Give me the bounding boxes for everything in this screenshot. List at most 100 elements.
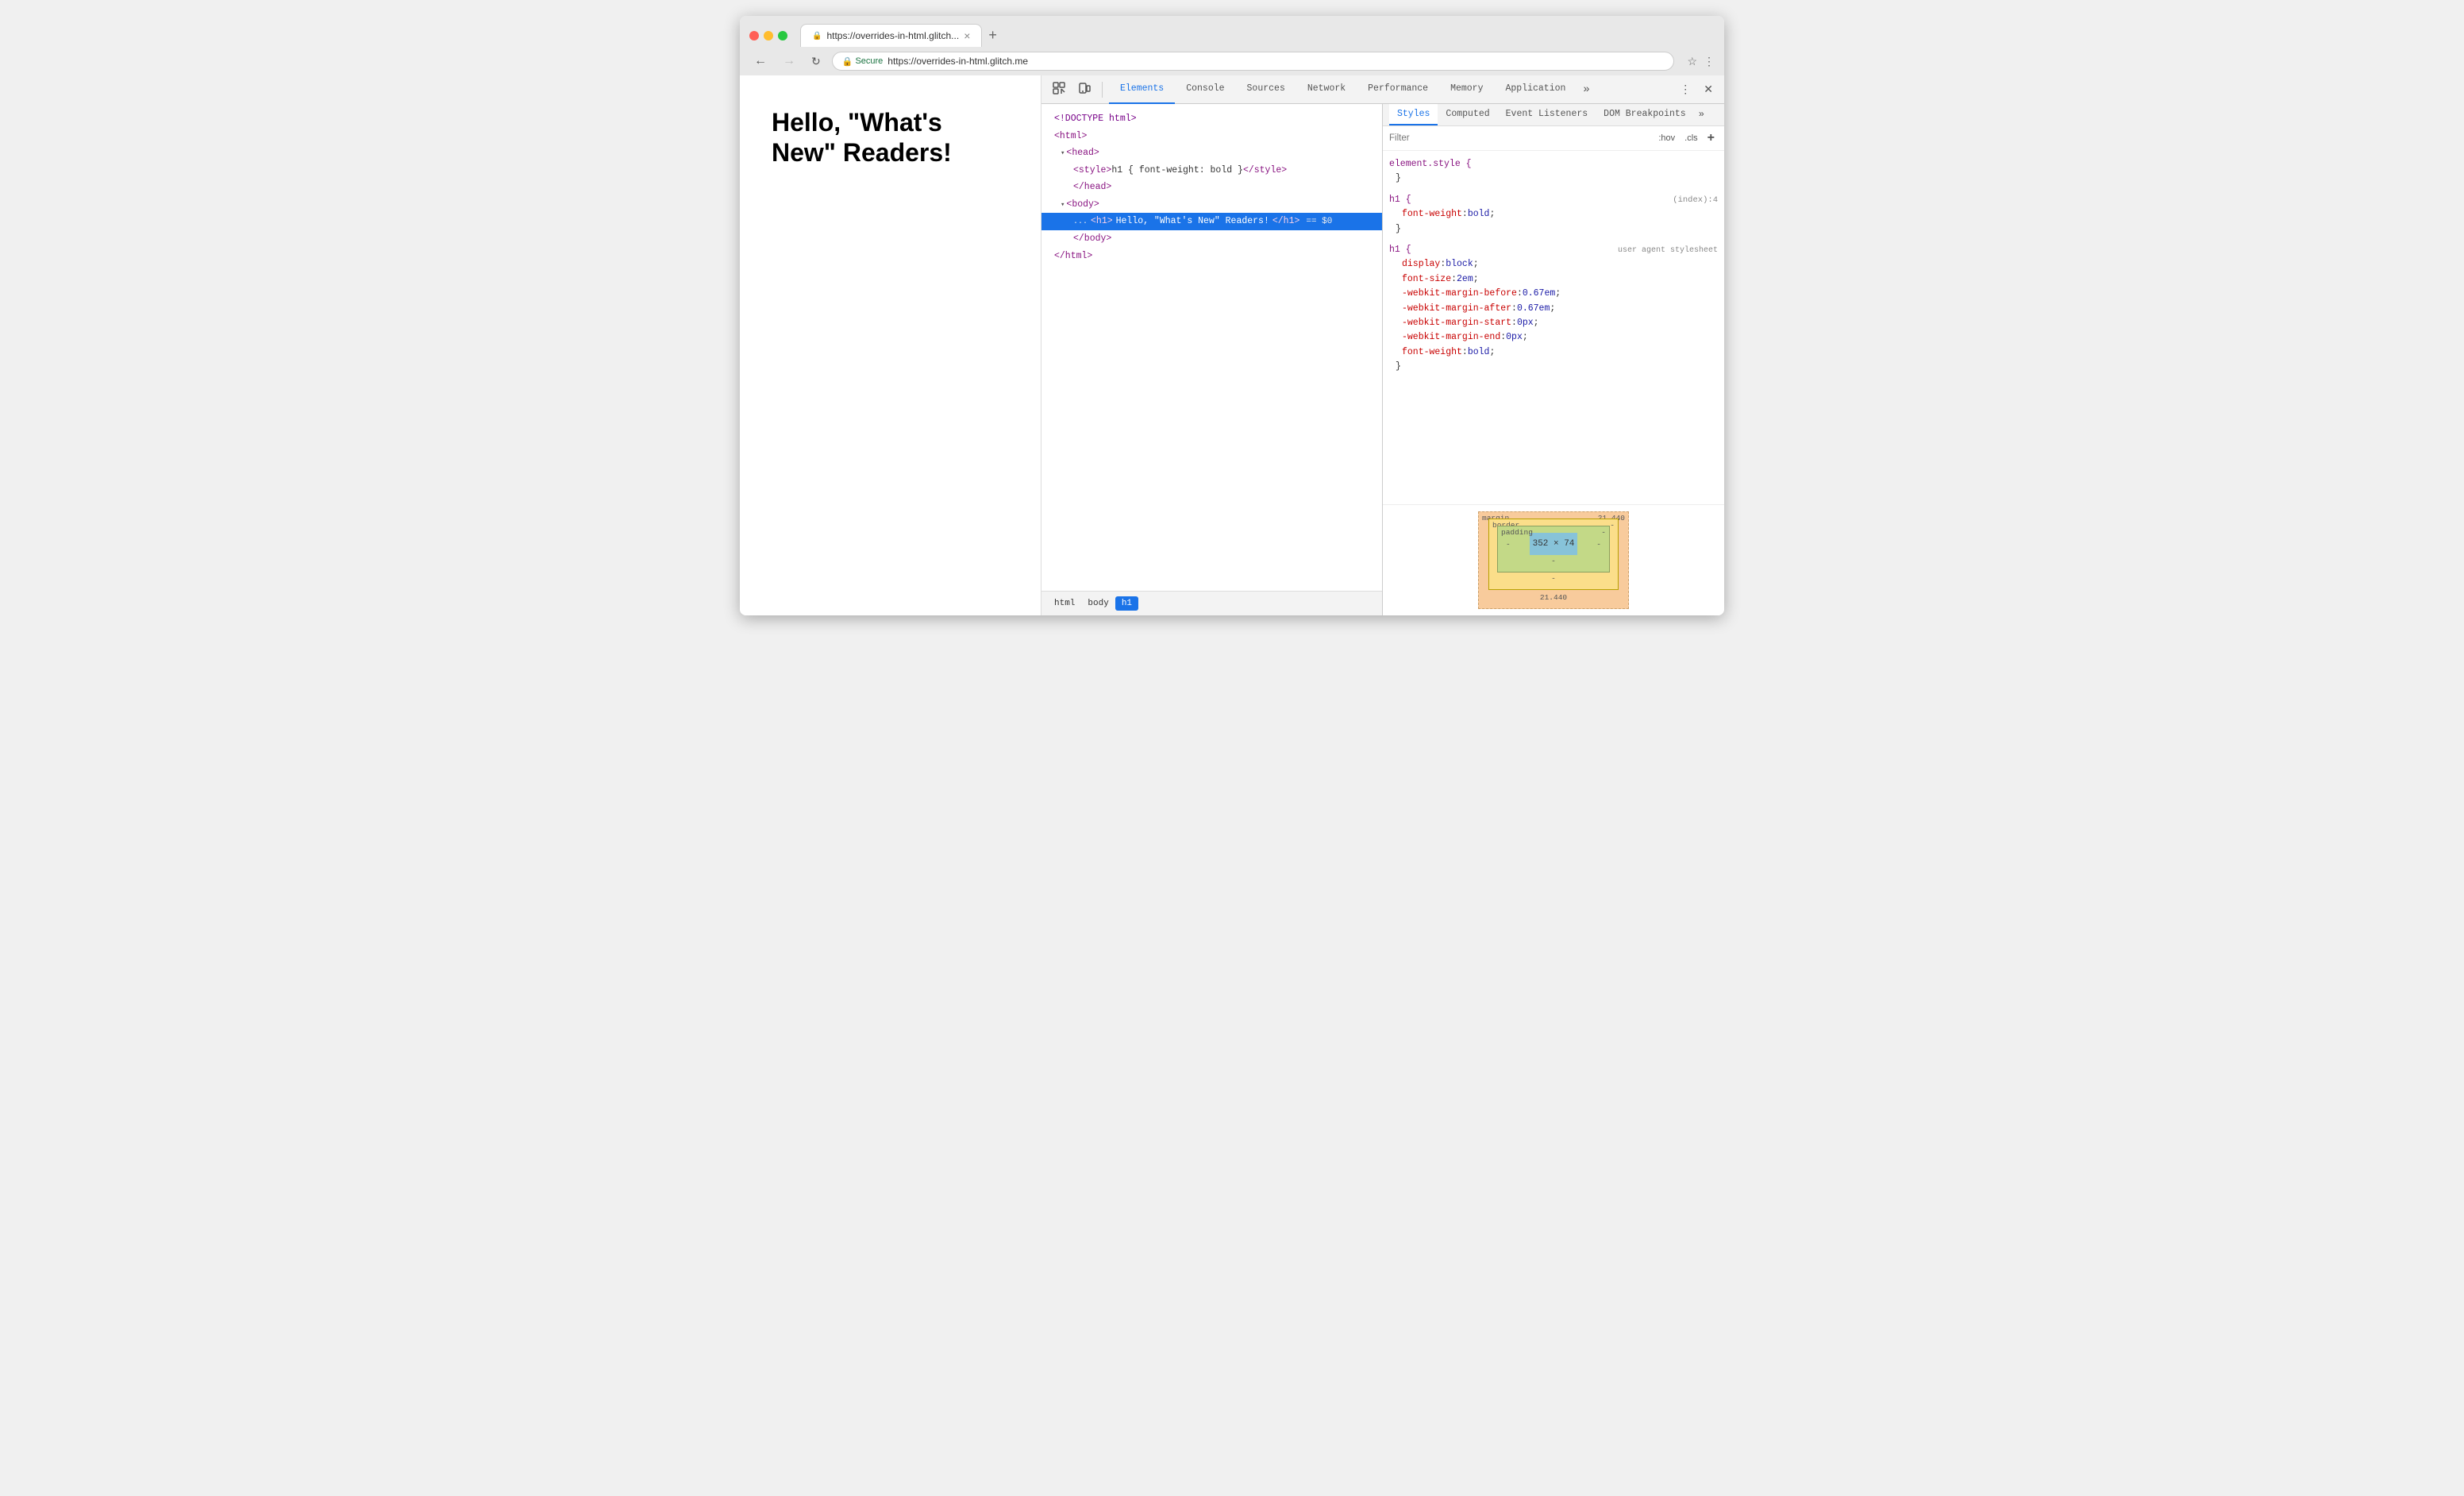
breadcrumb-h1[interactable]: h1 xyxy=(1115,596,1138,611)
prop-webkit-margin-after[interactable]: -webkit-margin-after xyxy=(1389,302,1511,316)
styles-filter-bar: :hov .cls + xyxy=(1383,126,1724,151)
breadcrumb-body[interactable]: body xyxy=(1081,596,1115,611)
tab-title: https://overrides-in-html.glitch... xyxy=(826,30,959,41)
minimize-button[interactable] xyxy=(764,31,773,40)
breadcrumb-bar: html body h1 xyxy=(1041,591,1382,615)
tree-body-close[interactable]: </body> xyxy=(1041,230,1382,248)
tree-head-close[interactable]: </head> xyxy=(1041,179,1382,196)
subtab-event-listeners[interactable]: Event Listeners xyxy=(1498,104,1596,125)
tree-h1-line[interactable]: ... <h1>Hello, "What's New" Readers!</h1… xyxy=(1041,213,1382,230)
tab-performance[interactable]: Performance xyxy=(1357,75,1439,104)
h1-ua-rule-close: } xyxy=(1389,360,1718,374)
css-rule-h1-ua: h1 { user agent stylesheet display : blo… xyxy=(1383,240,1724,378)
css-prop-margin-before: -webkit-margin-before : 0.67em ; xyxy=(1389,287,1718,301)
browser-tab[interactable]: 🔒 https://overrides-in-html.glitch... × xyxy=(800,24,982,47)
tab-network[interactable]: Network xyxy=(1296,75,1357,104)
hov-filter-button[interactable]: :hov xyxy=(1655,132,1678,145)
value-2em[interactable]: 2em xyxy=(1457,272,1473,287)
prop-display[interactable]: display xyxy=(1389,257,1440,272)
prop-webkit-margin-end[interactable]: -webkit-margin-end xyxy=(1389,330,1500,345)
devtools-main: <!DOCTYPE html> <html> ▾<head> <style>h1… xyxy=(1041,104,1724,615)
body-triangle-icon: ▾ xyxy=(1061,201,1065,209)
menu-icon[interactable]: ⋮ xyxy=(1704,55,1715,68)
breadcrumb-html[interactable]: html xyxy=(1048,596,1081,611)
value-block[interactable]: block xyxy=(1446,257,1473,272)
tree-style[interactable]: <style>h1 { font-weight: bold }</style> xyxy=(1041,162,1382,179)
prop-font-weight-ua[interactable]: font-weight xyxy=(1389,345,1462,360)
browser-content: Hello, "What's New" Readers! xyxy=(740,75,1724,615)
body-close-tag: </body> xyxy=(1073,233,1111,244)
box-left-value: - xyxy=(1506,540,1511,549)
tab-sources[interactable]: Sources xyxy=(1236,75,1296,104)
bookmark-icon[interactable]: ☆ xyxy=(1687,55,1697,68)
styles-subtabs: Styles Computed Event Listeners DOM Brea… xyxy=(1383,104,1724,126)
devtools-panel: Elements Console Sources Network Perform… xyxy=(1041,75,1724,615)
tab-bar: 🔒 https://overrides-in-html.glitch... × … xyxy=(800,24,1715,47)
subtab-computed[interactable]: Computed xyxy=(1438,104,1497,125)
css-prop-display: display : block ; xyxy=(1389,257,1718,272)
value-0px-end[interactable]: 0px xyxy=(1506,330,1523,345)
new-tab-button[interactable]: + xyxy=(982,24,1003,47)
css-prop-font-weight: font-weight : bold ; xyxy=(1389,207,1718,222)
add-style-rule-button[interactable]: + xyxy=(1704,129,1718,147)
padding-value: - xyxy=(1601,528,1606,537)
box-model-container: margin 21.440 border - padding - xyxy=(1478,511,1629,609)
tree-html-close[interactable]: </html> xyxy=(1041,248,1382,265)
css-rule-h1-header: h1 { (index):4 xyxy=(1389,193,1718,207)
prop-webkit-margin-start[interactable]: -webkit-margin-start xyxy=(1389,316,1511,330)
lock-icon: 🔒 xyxy=(842,56,853,67)
devtools-tabs: Elements Console Sources Network Perform… xyxy=(1109,75,1596,104)
element-style-selector[interactable]: element.style { xyxy=(1389,157,1472,172)
doctype-text: <!DOCTYPE html> xyxy=(1054,114,1137,124)
browser-window: 🔒 https://overrides-in-html.glitch... × … xyxy=(740,16,1724,615)
value-bold[interactable]: bold xyxy=(1468,207,1490,222)
prop-font-weight[interactable]: font-weight xyxy=(1389,207,1462,222)
tree-html-open[interactable]: <html> xyxy=(1041,128,1382,145)
styles-filter-input[interactable] xyxy=(1389,133,1649,143)
margin-bottom-value: 21.440 xyxy=(1488,593,1619,602)
tree-head[interactable]: ▾<head> xyxy=(1041,145,1382,162)
border-value: - xyxy=(1610,521,1615,530)
address-bar-input[interactable]: 🔒 Secure https://overrides-in-html.glitc… xyxy=(832,52,1675,71)
box-border: border - padding - - xyxy=(1488,519,1619,590)
subtab-dom-breakpoints[interactable]: DOM Breakpoints xyxy=(1596,104,1694,125)
ua-stylesheet-label: user agent stylesheet xyxy=(1618,245,1718,257)
device-toolbar-button[interactable] xyxy=(1073,79,1095,100)
value-0px-start[interactable]: 0px xyxy=(1517,316,1534,330)
eq-sign: == $0 xyxy=(1306,214,1332,229)
h1-tag-close: </h1> xyxy=(1272,214,1300,229)
more-subtabs-button[interactable]: » xyxy=(1694,104,1709,125)
css-rule-element-style: element.style { } xyxy=(1383,154,1724,190)
secure-badge: 🔒 Secure xyxy=(842,56,884,67)
maximize-button[interactable] xyxy=(778,31,787,40)
h1-selector[interactable]: h1 { xyxy=(1389,193,1411,207)
css-rules: element.style { } h1 { (index):4 font- xyxy=(1383,151,1724,504)
tab-console[interactable]: Console xyxy=(1175,75,1235,104)
head-close-tag: </head> xyxy=(1073,182,1111,192)
reload-button[interactable]: ↻ xyxy=(807,53,826,70)
inspect-element-button[interactable] xyxy=(1048,79,1070,100)
close-button[interactable] xyxy=(749,31,759,40)
value-0-67em-after[interactable]: 0.67em xyxy=(1517,302,1550,316)
elements-tree: <!DOCTYPE html> <html> ▾<head> <style>h1… xyxy=(1041,104,1382,591)
tab-application[interactable]: Application xyxy=(1495,75,1577,104)
value-0-67em-before[interactable]: 0.67em xyxy=(1523,287,1555,301)
tab-elements[interactable]: Elements xyxy=(1109,75,1175,104)
css-rule-element-style-header: element.style { xyxy=(1389,157,1718,172)
tab-close-icon[interactable]: × xyxy=(964,29,970,42)
forward-button[interactable]: → xyxy=(778,52,800,70)
cls-filter-button[interactable]: .cls xyxy=(1681,132,1701,145)
box-padding: padding - - 352 × 74 - xyxy=(1497,526,1610,573)
subtab-styles[interactable]: Styles xyxy=(1389,104,1438,125)
more-tabs-button[interactable]: » xyxy=(1577,75,1596,104)
value-bold-ua[interactable]: bold xyxy=(1468,345,1490,360)
tree-body[interactable]: ▾<body> xyxy=(1041,196,1382,214)
prop-font-size[interactable]: font-size xyxy=(1389,272,1451,287)
devtools-close-button[interactable]: ✕ xyxy=(1699,79,1718,99)
devtools-settings-button[interactable]: ⋮ xyxy=(1675,79,1696,99)
prop-webkit-margin-before[interactable]: -webkit-margin-before xyxy=(1389,287,1517,301)
back-button[interactable]: ← xyxy=(749,52,772,70)
h1-ua-selector[interactable]: h1 { xyxy=(1389,243,1411,257)
h1-content: Hello, "What's New" Readers! xyxy=(1116,214,1269,229)
tab-memory[interactable]: Memory xyxy=(1439,75,1494,104)
